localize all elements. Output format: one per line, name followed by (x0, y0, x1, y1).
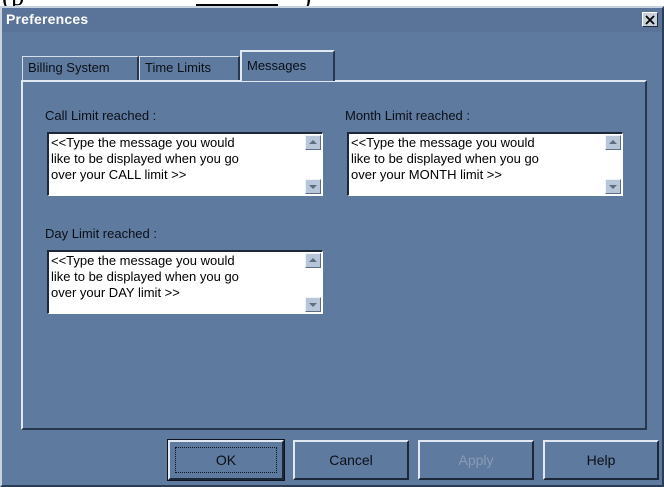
tab-time-limits[interactable]: Time Limits (139, 56, 240, 80)
scroll-down-arrow-icon (609, 185, 617, 189)
call-limit-message-textarea[interactable]: <<Type the message you would like to be … (47, 132, 323, 196)
close-button[interactable] (642, 12, 658, 27)
scroll-up-arrow-icon (309, 140, 317, 144)
text-line: like to be displayed when you go (51, 151, 239, 166)
scroll-down-button[interactable] (305, 179, 321, 194)
preferences-dialog: Preferences Billing System Time Limits M… (0, 6, 664, 487)
day-limit-message-text: <<Type the message you would like to be … (51, 253, 303, 301)
vertical-scrollbar[interactable] (304, 252, 322, 313)
close-icon (645, 14, 655, 25)
text-line: over your MONTH limit >> (351, 167, 502, 182)
tab-label: Time Limits (145, 60, 211, 75)
vertical-scrollbar[interactable] (604, 134, 622, 195)
scroll-up-button[interactable] (305, 253, 321, 268)
tab-messages[interactable]: Messages (240, 50, 335, 81)
month-limit-message-text: <<Type the message you would like to be … (351, 135, 603, 183)
help-button-label: Help (586, 452, 616, 468)
apply-button[interactable]: Apply (418, 440, 534, 480)
tab-label: Messages (247, 58, 307, 73)
month-limit-label: Month Limit reached : (345, 108, 471, 123)
scroll-down-button[interactable] (605, 179, 621, 194)
title-bar[interactable]: Preferences (2, 8, 662, 32)
day-limit-message-textarea[interactable]: <<Type the message you would like to be … (47, 250, 323, 314)
tab-billing-system[interactable]: Billing System (22, 56, 139, 80)
scroll-up-button[interactable] (305, 135, 321, 150)
scroll-down-button[interactable] (305, 297, 321, 312)
scroll-up-arrow-icon (609, 140, 617, 144)
dialog-button-row: OK Cancel Apply Help (2, 439, 662, 481)
text-line: <<Type the message you would (351, 135, 535, 150)
scroll-up-button[interactable] (605, 135, 621, 150)
text-line: <<Type the message you would (51, 135, 235, 150)
scroll-down-arrow-icon (309, 303, 317, 307)
vertical-scrollbar[interactable] (304, 134, 322, 195)
help-button[interactable]: Help (543, 440, 659, 480)
window-title: Preferences (6, 11, 89, 27)
scroll-down-arrow-icon (309, 185, 317, 189)
messages-panel: Call Limit reached : <<Type the message … (21, 80, 647, 430)
call-limit-label: Call Limit reached : (45, 108, 157, 123)
screenshot: (p) Preferences Billing System Time Limi… (0, 0, 664, 487)
day-limit-label: Day Limit reached : (45, 226, 157, 241)
cancel-button[interactable]: Cancel (293, 440, 409, 480)
call-limit-message-text: <<Type the message you would like to be … (51, 135, 303, 183)
text-line: <<Type the message you would (51, 253, 235, 268)
scroll-up-arrow-icon (309, 258, 317, 262)
month-limit-message-textarea[interactable]: <<Type the message you would like to be … (347, 132, 623, 196)
text-line: like to be displayed when you go (351, 151, 539, 166)
text-line: over your CALL limit >> (51, 167, 187, 182)
apply-button-label: Apply (458, 452, 494, 468)
ok-button[interactable]: OK (167, 439, 285, 481)
text-line: like to be displayed when you go (51, 269, 239, 284)
text-line: over your DAY limit >> (51, 285, 180, 300)
focus-rectangle (175, 447, 277, 473)
cancel-button-label: Cancel (329, 452, 373, 468)
tab-label: Billing System (28, 60, 110, 75)
